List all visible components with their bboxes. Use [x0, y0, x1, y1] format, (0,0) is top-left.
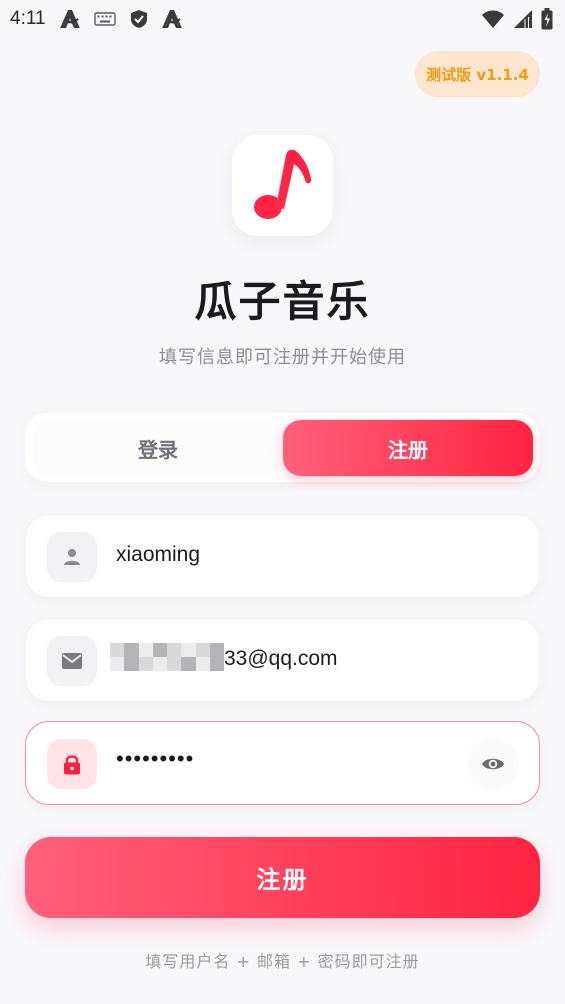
signal-icon [513, 9, 533, 29]
register-submit-button[interactable]: 注册 [25, 837, 540, 918]
battery-icon [541, 8, 553, 30]
status-left: 4:11 [10, 8, 182, 30]
status-time: 4:11 [10, 8, 46, 29]
app-title: 瓜子音乐 [194, 277, 371, 326]
shield-check-icon [130, 9, 148, 29]
app-subtitle: 填写信息即可注册并开始使用 [159, 347, 406, 368]
mail-icon [47, 636, 97, 686]
eye-icon [482, 758, 504, 770]
username-value: xiaoming [116, 543, 201, 566]
email-value: 33@qq.com [224, 647, 338, 670]
toggle-password-visibility-button[interactable] [467, 738, 519, 790]
wifi-icon [481, 9, 505, 29]
keyboard-icon [93, 12, 116, 26]
accessibility-icon [59, 10, 80, 28]
register-hint: 填写用户名 + 邮箱 + 密码即可注册 [145, 952, 420, 971]
username-field[interactable]: xiaoming [25, 514, 540, 598]
person-icon [47, 532, 97, 582]
tab-register[interactable]: 注册 [283, 420, 533, 476]
email-field[interactable]: 33@qq.com [25, 618, 540, 702]
redacted-email-prefix [110, 643, 224, 671]
music-note-icon [253, 149, 311, 219]
accessibility-icon [161, 10, 182, 28]
status-right [481, 8, 553, 30]
version-badge: 测试版 v1.1.4 [415, 51, 540, 97]
password-value: ••••••••• [116, 746, 195, 771]
password-field[interactable]: ••••••••• [25, 721, 540, 805]
tab-login[interactable]: 登录 [33, 420, 283, 476]
auth-tabs: 登录 注册 [25, 413, 540, 482]
status-bar: 4:11 [0, 0, 565, 38]
lock-icon [47, 739, 97, 789]
app-logo [232, 135, 333, 236]
